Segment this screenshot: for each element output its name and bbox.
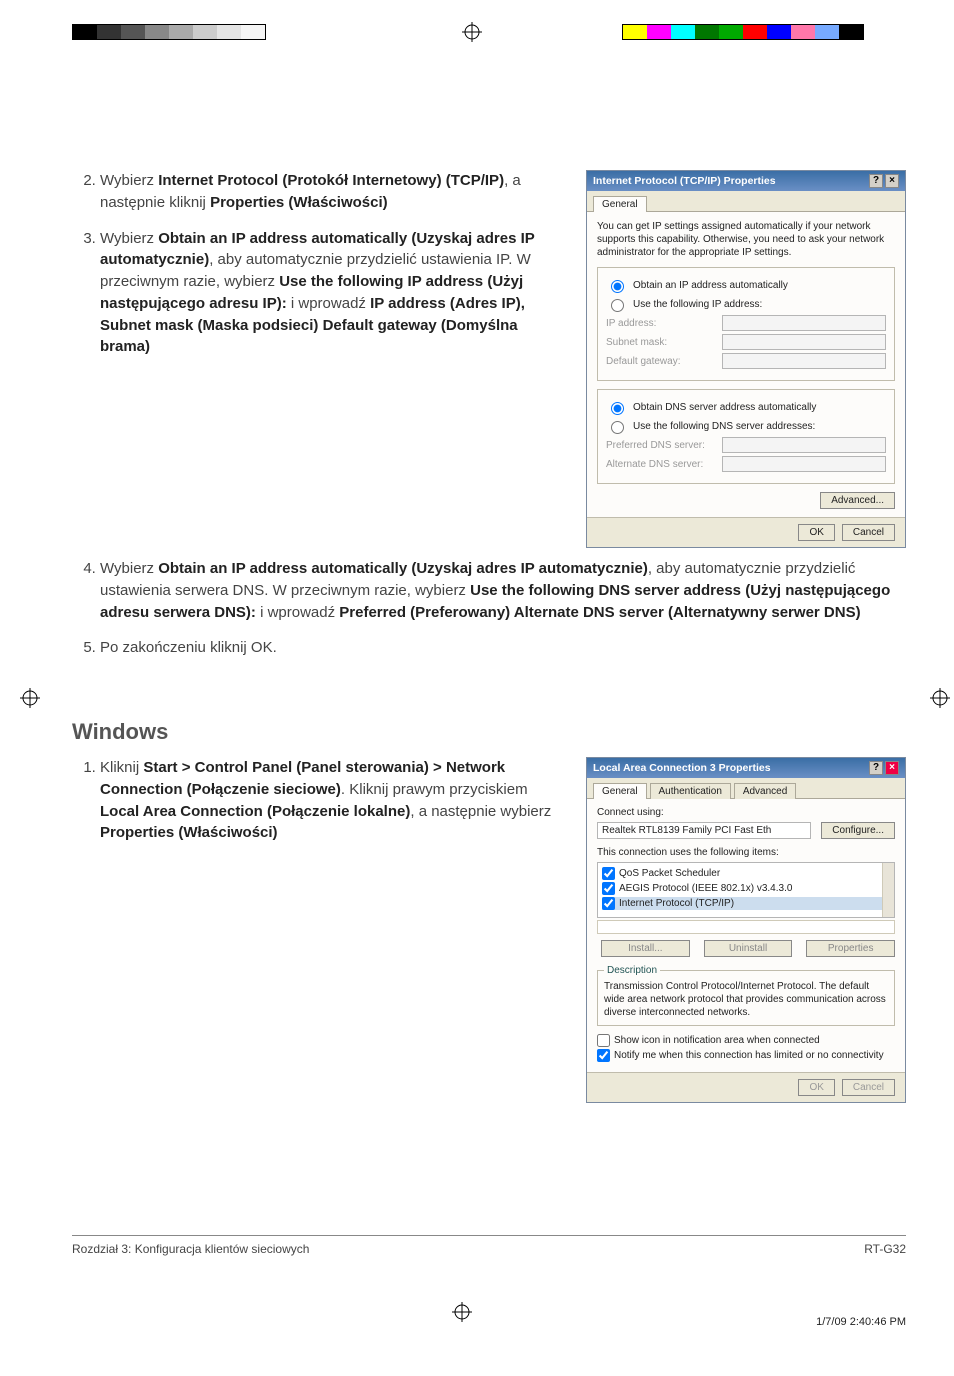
help-icon[interactable]: ? bbox=[869, 761, 883, 775]
dialog-description: You can get IP settings assigned automat… bbox=[597, 220, 895, 259]
instruction-step-3: Wybierz Obtain an IP address automatical… bbox=[100, 228, 566, 359]
registration-mark-icon bbox=[20, 688, 40, 712]
page-content: Wybierz Internet Protocol (Protokół Inte… bbox=[72, 170, 906, 1103]
item-checkbox[interactable] bbox=[602, 897, 615, 910]
radio-use-dns[interactable] bbox=[611, 421, 624, 434]
subnet-mask-field bbox=[722, 334, 886, 350]
configure-button[interactable]: Configure... bbox=[821, 822, 895, 839]
item-checkbox[interactable] bbox=[602, 882, 615, 895]
connect-using-label: Connect using: bbox=[597, 807, 895, 818]
radio-use-ip[interactable] bbox=[611, 299, 624, 312]
dialog-title: Internet Protocol (TCP/IP) Properties bbox=[593, 175, 776, 187]
printer-marks-top bbox=[72, 24, 924, 42]
tab-general[interactable]: General bbox=[593, 783, 647, 799]
cancel-button[interactable]: Cancel bbox=[842, 1079, 895, 1096]
tab-general[interactable]: General bbox=[593, 196, 647, 212]
close-icon[interactable]: × bbox=[885, 174, 899, 188]
instruction-step-4: Wybierz Obtain an IP address automatical… bbox=[100, 558, 906, 623]
scrollbar-icon[interactable] bbox=[882, 863, 894, 917]
dialog-titlebar: Internet Protocol (TCP/IP) Properties ? … bbox=[587, 171, 905, 191]
item-checkbox[interactable] bbox=[602, 867, 615, 880]
registration-mark-icon bbox=[462, 22, 482, 42]
uninstall-button[interactable]: Uninstall bbox=[704, 940, 793, 957]
tab-advanced[interactable]: Advanced bbox=[734, 783, 796, 799]
notify-checkbox[interactable] bbox=[597, 1049, 610, 1062]
cancel-button[interactable]: Cancel bbox=[842, 524, 895, 541]
radio-obtain-ip[interactable] bbox=[611, 280, 624, 293]
ok-button[interactable]: OK bbox=[798, 524, 834, 541]
registration-mark-icon bbox=[452, 1302, 472, 1326]
preferred-dns-field bbox=[722, 437, 886, 453]
dialog-title: Local Area Connection 3 Properties bbox=[593, 762, 771, 774]
radio-obtain-dns[interactable] bbox=[611, 402, 624, 415]
connect-using-field: Realtek RTL8139 Family PCI Fast Eth bbox=[597, 822, 811, 839]
footer-model: RT-G32 bbox=[864, 1242, 906, 1256]
default-gateway-field bbox=[722, 353, 886, 369]
ok-button[interactable]: OK bbox=[798, 1079, 834, 1096]
components-listbox[interactable]: QoS Packet Scheduler AEGIS Protocol (IEE… bbox=[597, 862, 895, 918]
properties-button[interactable]: Properties bbox=[806, 940, 895, 957]
section-heading-windows: Windows bbox=[72, 719, 906, 745]
instruction-step-2: Wybierz Internet Protocol (Protokół Inte… bbox=[100, 170, 566, 214]
close-icon[interactable]: × bbox=[885, 761, 899, 775]
lan-properties-dialog: Local Area Connection 3 Properties ? × G… bbox=[586, 757, 906, 1103]
advanced-button[interactable]: Advanced... bbox=[820, 492, 895, 509]
dialog-titlebar: Local Area Connection 3 Properties ? × bbox=[587, 758, 905, 778]
alternate-dns-field bbox=[722, 456, 886, 472]
ip-address-field bbox=[722, 315, 886, 331]
items-label: This connection uses the following items… bbox=[597, 847, 895, 858]
windows-step-1: Kliknij Start > Control Panel (Panel ste… bbox=[100, 757, 566, 844]
horizontal-scrollbar[interactable] bbox=[597, 920, 895, 934]
tab-authentication[interactable]: Authentication bbox=[650, 783, 731, 799]
help-icon[interactable]: ? bbox=[869, 174, 883, 188]
instruction-step-5: Po zakończeniu kliknij OK. bbox=[100, 637, 906, 659]
description-box: Description Transmission Control Protoco… bbox=[597, 965, 895, 1026]
tcpip-properties-dialog: Internet Protocol (TCP/IP) Properties ? … bbox=[586, 170, 906, 548]
print-timestamp: 1/7/09 2:40:46 PM bbox=[816, 1316, 906, 1328]
page-footer: Rozdział 3: Konfiguracja klientów siecio… bbox=[72, 1235, 906, 1256]
show-icon-checkbox[interactable] bbox=[597, 1034, 610, 1047]
install-button[interactable]: Install... bbox=[601, 940, 690, 957]
footer-chapter: Rozdział 3: Konfiguracja klientów siecio… bbox=[72, 1242, 309, 1256]
registration-mark-icon bbox=[930, 688, 950, 712]
